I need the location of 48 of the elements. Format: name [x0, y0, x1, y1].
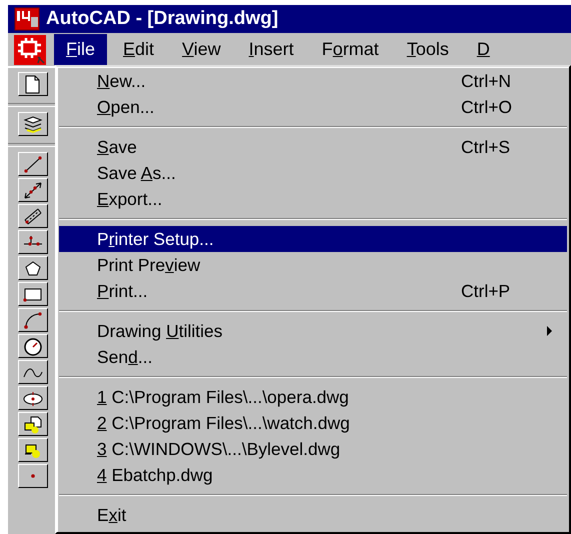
- tool-button[interactable]: [18, 152, 48, 176]
- window-title: AutoCAD - [Drawing.dwg]: [46, 8, 278, 30]
- menu-item[interactable]: 1 C:\Program Files\...\opera.dwg: [59, 384, 567, 410]
- tool-button[interactable]: [18, 334, 48, 358]
- menu-item[interactable]: Open... Ctrl+O: [59, 94, 567, 120]
- menu-bar-item[interactable]: File: [54, 34, 108, 65]
- multiline-icon: [22, 206, 44, 226]
- menu-bar-item[interactable]: D: [464, 34, 502, 65]
- menu-bar-item[interactable]: Format: [310, 34, 391, 65]
- block-icon: [22, 414, 44, 434]
- tool-button[interactable]: [18, 178, 48, 202]
- tool-button[interactable]: [18, 308, 48, 332]
- line-icon: [22, 154, 44, 174]
- menu-item[interactable]: Print... Ctrl+P: [59, 278, 567, 304]
- layers-icon: [22, 114, 44, 134]
- tool-button[interactable]: [18, 256, 48, 280]
- app-logo-icon: [14, 7, 40, 31]
- menu-bar-item[interactable]: Edit: [111, 34, 166, 65]
- menu-item[interactable]: New... Ctrl+N: [59, 68, 567, 94]
- submenu-arrow-icon: [547, 326, 553, 336]
- menu-item[interactable]: Exit: [59, 502, 567, 528]
- arc-icon: [22, 310, 44, 330]
- menu-item[interactable]: 3 C:\WINDOWS\...\Bylevel.dwg: [59, 436, 567, 462]
- menu-item[interactable]: Printer Setup...: [59, 226, 567, 252]
- tool-button[interactable]: [18, 464, 48, 488]
- tool-button[interactable]: [18, 386, 48, 410]
- tool-button[interactable]: [18, 72, 48, 96]
- point-icon: [31, 474, 35, 478]
- menu-item[interactable]: Export...: [59, 186, 567, 212]
- menu-item[interactable]: Print Preview: [59, 252, 567, 278]
- menu-item[interactable]: 4 Ebatchp.dwg: [59, 462, 567, 488]
- tool-button[interactable]: [18, 360, 48, 384]
- circle-icon: [22, 336, 44, 356]
- menu-item[interactable]: Save As...: [59, 160, 567, 186]
- menu-item[interactable]: Send...: [59, 344, 567, 370]
- tool-button[interactable]: [18, 438, 48, 462]
- tool-button[interactable]: [18, 230, 48, 254]
- menu-bar-item[interactable]: View: [170, 34, 233, 65]
- menu-item[interactable]: Save Ctrl+S: [59, 134, 567, 160]
- menu-bar-item[interactable]: Tools: [394, 34, 461, 65]
- menu-item[interactable]: Drawing Utilities: [59, 318, 567, 344]
- tool-button[interactable]: [18, 204, 48, 228]
- double-arrow-icon: [22, 180, 44, 200]
- tool-button[interactable]: [18, 412, 48, 436]
- tool-button[interactable]: [18, 282, 48, 306]
- menu-item[interactable]: 2 C:\Program Files\...\watch.dwg: [59, 410, 567, 436]
- menu-bar-item[interactable]: Insert: [236, 34, 306, 65]
- tool-button[interactable]: [18, 112, 48, 136]
